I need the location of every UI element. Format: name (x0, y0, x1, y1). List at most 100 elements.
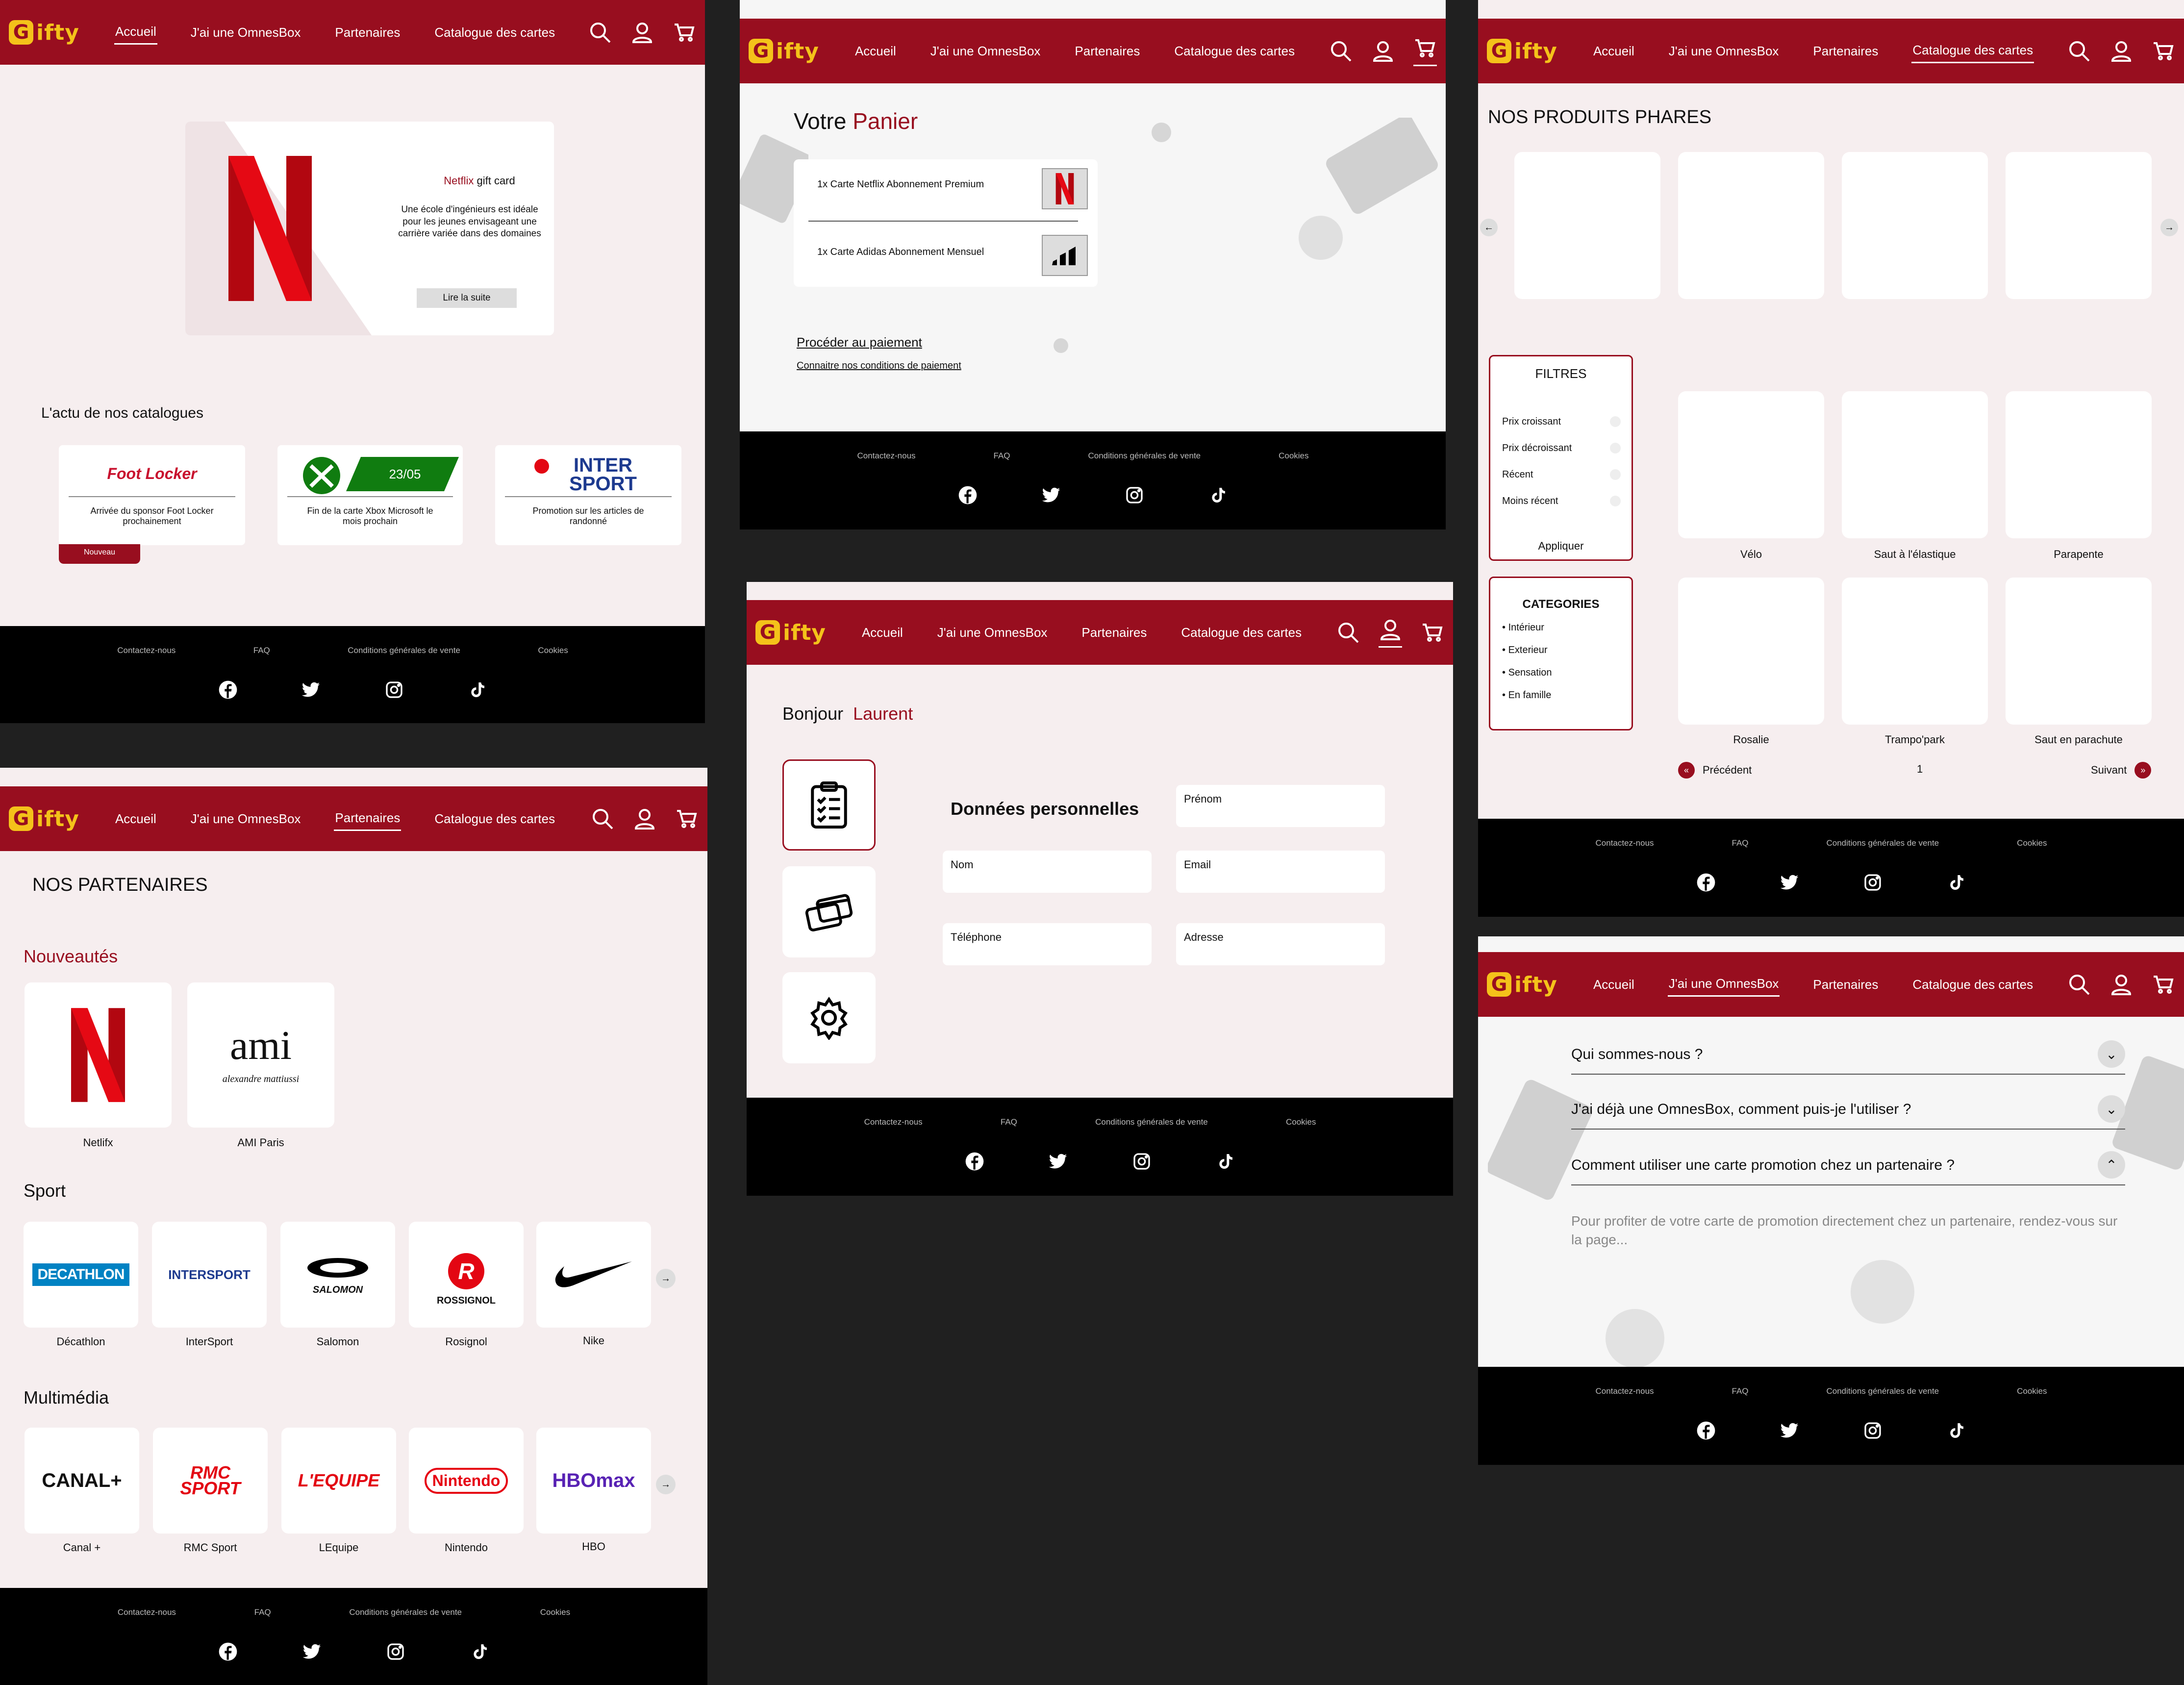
nav-omnesbox[interactable]: J'ai une OmnesBox (936, 621, 1049, 644)
search-icon[interactable] (591, 807, 614, 830)
news-card-intersport[interactable]: INTER SPORT Promotion sur les articles d… (495, 445, 681, 545)
footer-cookies[interactable]: Cookies (2017, 838, 2047, 848)
filter-option[interactable]: Prix croissant (1502, 416, 1561, 428)
search-icon[interactable] (1336, 621, 1360, 644)
cart-icon[interactable] (673, 21, 696, 44)
partner-card-rossignol[interactable]: R ROSSIGNOL (409, 1222, 524, 1328)
cart-icon[interactable] (2152, 973, 2175, 996)
logo[interactable]: Gifty (9, 20, 79, 45)
user-icon[interactable] (630, 21, 654, 44)
nav-home[interactable]: Accueil (1592, 40, 1635, 63)
user-icon[interactable] (2109, 973, 2133, 996)
featured-product-card[interactable] (2006, 152, 2152, 299)
footer-contact[interactable]: Contactez-nous (857, 451, 915, 461)
chevron-down-icon[interactable]: ⌄ (2098, 1040, 2125, 1068)
footer-cookies[interactable]: Cookies (2017, 1386, 2047, 1396)
instagram-icon[interactable] (1125, 485, 1144, 505)
partner-card-hbo[interactable]: HBOmax (536, 1428, 651, 1534)
footer-contact[interactable]: Contactez-nous (1595, 838, 1654, 848)
read-more-button[interactable]: Lire la suite (417, 288, 517, 308)
lastname-field[interactable]: Nom (943, 851, 1152, 893)
tiktok-icon[interactable] (1946, 873, 1966, 892)
nav-home[interactable]: Accueil (854, 40, 897, 63)
search-icon[interactable] (2067, 973, 2091, 996)
footer-cgv[interactable]: Conditions générales de vente (1826, 838, 1939, 848)
carousel-next-button[interactable]: → (2160, 219, 2178, 236)
footer-cgv[interactable]: Conditions générales de vente (1826, 1386, 1939, 1396)
partner-card-nike[interactable] (536, 1222, 651, 1328)
email-field[interactable]: Email (1176, 851, 1385, 893)
partner-card-canal[interactable]: CANAL+ (25, 1428, 139, 1534)
facebook-icon[interactable] (218, 1642, 238, 1661)
filter-radio[interactable] (1610, 469, 1621, 480)
footer-contact[interactable]: Contactez-nous (118, 1608, 176, 1617)
user-icon[interactable] (2109, 39, 2133, 63)
logo[interactable]: Gifty (755, 620, 826, 645)
partner-card-decathlon[interactable]: DECATHLON (24, 1222, 138, 1328)
nav-omnesbox[interactable]: J'ai une OmnesBox (1668, 40, 1780, 63)
nav-omnesbox[interactable]: J'ai une OmnesBox (190, 807, 302, 830)
instagram-icon[interactable] (384, 680, 404, 700)
nav-omnesbox[interactable]: J'ai une OmnesBox (929, 40, 1042, 63)
faq-item[interactable]: Comment utiliser une carte promotion che… (1571, 1145, 2125, 1185)
filter-option[interactable]: Récent (1502, 469, 1533, 480)
tiktok-icon[interactable] (467, 680, 487, 700)
footer-contact[interactable]: Contactez-nous (117, 646, 176, 655)
nav-home[interactable]: Accueil (1592, 973, 1635, 996)
twitter-icon[interactable] (1048, 1152, 1068, 1171)
nav-home[interactable]: Accueil (114, 20, 157, 45)
search-icon[interactable] (588, 21, 612, 44)
tiktok-icon[interactable] (470, 1642, 489, 1661)
logo[interactable]: Gifty (1487, 972, 1557, 997)
footer-cookies[interactable]: Cookies (538, 646, 568, 655)
instagram-icon[interactable] (386, 1642, 405, 1661)
nav-home[interactable]: Accueil (114, 807, 157, 830)
footer-cgv[interactable]: Conditions générales de vente (1088, 451, 1201, 461)
twitter-icon[interactable] (302, 1642, 322, 1661)
nav-catalog[interactable]: Catalogue des cartes (433, 807, 556, 830)
footer-cgv[interactable]: Conditions générales de vente (1095, 1117, 1208, 1127)
news-card-xbox[interactable]: 23/05 Fin de la carte Xbox Microsoft le … (277, 445, 463, 545)
partner-card-netflix[interactable] (25, 982, 172, 1128)
filter-option[interactable]: Moins récent (1502, 496, 1558, 507)
filter-radio[interactable] (1610, 496, 1621, 506)
sport-next-button[interactable]: → (656, 1269, 676, 1288)
product-card[interactable] (2006, 578, 2152, 725)
product-card[interactable] (1842, 391, 1988, 538)
media-next-button[interactable]: → (656, 1475, 676, 1494)
featured-product-card[interactable] (1678, 152, 1824, 299)
category-item[interactable]: • Exterieur (1502, 645, 1548, 656)
next-page-button[interactable]: Suivant» (2091, 762, 2152, 779)
nav-partners[interactable]: Partenaires (1812, 973, 1879, 996)
footer-faq[interactable]: FAQ (253, 646, 270, 655)
instagram-icon[interactable] (1132, 1152, 1152, 1171)
facebook-icon[interactable] (1696, 1421, 1716, 1440)
featured-product-card[interactable] (1514, 152, 1660, 299)
partner-card-nintendo[interactable]: Nintendo (409, 1428, 524, 1534)
twitter-icon[interactable] (1780, 873, 1799, 892)
address-field[interactable]: Adresse (1176, 923, 1385, 965)
filter-radio[interactable] (1610, 443, 1621, 453)
settings-tab[interactable] (782, 972, 876, 1063)
nav-partners[interactable]: Partenaires (334, 806, 402, 831)
footer-faq[interactable]: FAQ (1732, 838, 1749, 848)
footer-cookies[interactable]: Cookies (540, 1608, 570, 1617)
footer-faq[interactable]: FAQ (254, 1608, 271, 1617)
instagram-icon[interactable] (1863, 873, 1883, 892)
partner-card-intersport[interactable]: INTERSPORT (152, 1222, 267, 1328)
chevron-down-icon[interactable]: ⌄ (2098, 1095, 2125, 1123)
filter-option[interactable]: Prix décroissant (1502, 443, 1572, 454)
search-icon[interactable] (1329, 39, 1353, 63)
user-icon[interactable] (633, 807, 656, 830)
partner-card-salomon[interactable]: SALOMON (280, 1222, 395, 1328)
footer-cookies[interactable]: Cookies (1286, 1117, 1316, 1127)
facebook-icon[interactable] (1696, 873, 1716, 892)
user-icon[interactable] (1371, 39, 1395, 63)
facebook-icon[interactable] (218, 680, 238, 700)
phone-field[interactable]: Téléphone (943, 923, 1152, 965)
footer-contact[interactable]: Contactez-nous (864, 1117, 923, 1127)
product-card[interactable] (1678, 391, 1824, 538)
filter-radio[interactable] (1610, 416, 1621, 427)
featured-product-card[interactable] (1842, 152, 1988, 299)
nav-partners[interactable]: Partenaires (1080, 621, 1148, 644)
